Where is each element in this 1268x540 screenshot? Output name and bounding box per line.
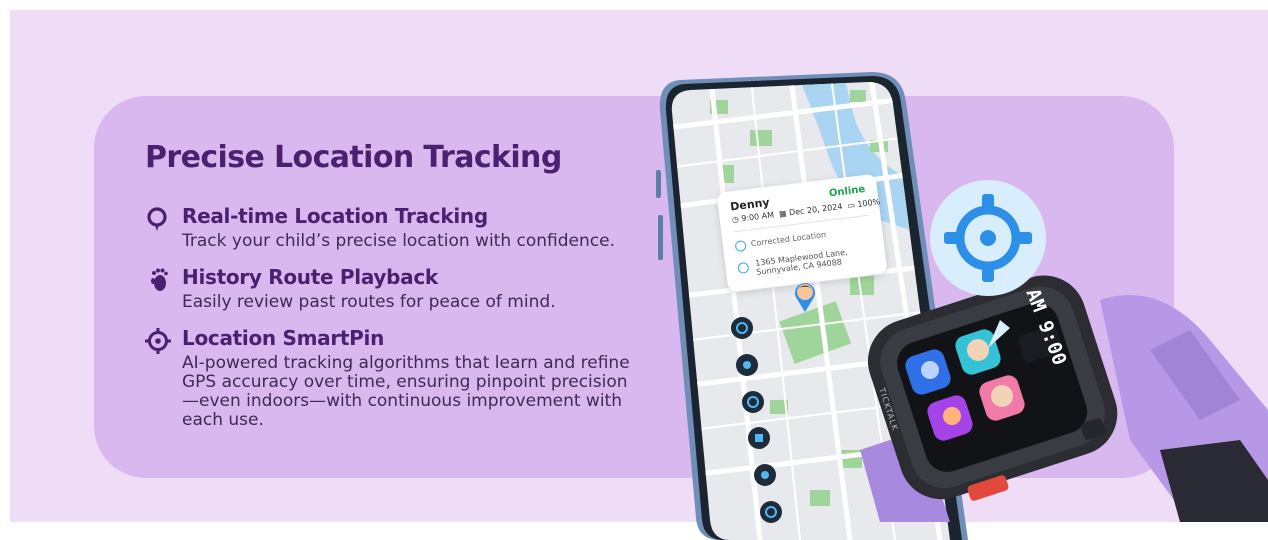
- card-address: 1365 Maplewood Lane, Sunnyvale, CA 94088: [754, 247, 848, 277]
- footprints-icon: [151, 268, 168, 291]
- page-title: Precise Location Tracking: [145, 140, 562, 175]
- location-pin-icon: [737, 261, 750, 275]
- feature-title: Real-time Location Tracking: [182, 204, 488, 228]
- feature-description: Easily review past routes for peace of m…: [182, 292, 556, 312]
- feature-title: History Route Playback: [182, 265, 438, 289]
- card-date: Dec 20, 2024: [788, 201, 843, 218]
- child-map-pin-icon: [795, 283, 815, 312]
- corrected-location-label: Corrected Location: [750, 230, 827, 249]
- feature-description: Track your child’s precise location with…: [182, 231, 615, 251]
- clock-icon: ◷: [731, 214, 740, 225]
- card-time: 9:00 AM: [740, 210, 775, 224]
- feature-title: Location SmartPin: [182, 326, 385, 350]
- crosshair-icon: [734, 239, 747, 253]
- calendar-icon: ▦: [778, 208, 788, 219]
- crosshair-icon: [145, 328, 171, 354]
- feature-description: AI-powered tracking algorithms that lear…: [182, 353, 630, 430]
- battery-icon: ▭: [846, 200, 856, 211]
- location-pin-icon: [147, 207, 167, 231]
